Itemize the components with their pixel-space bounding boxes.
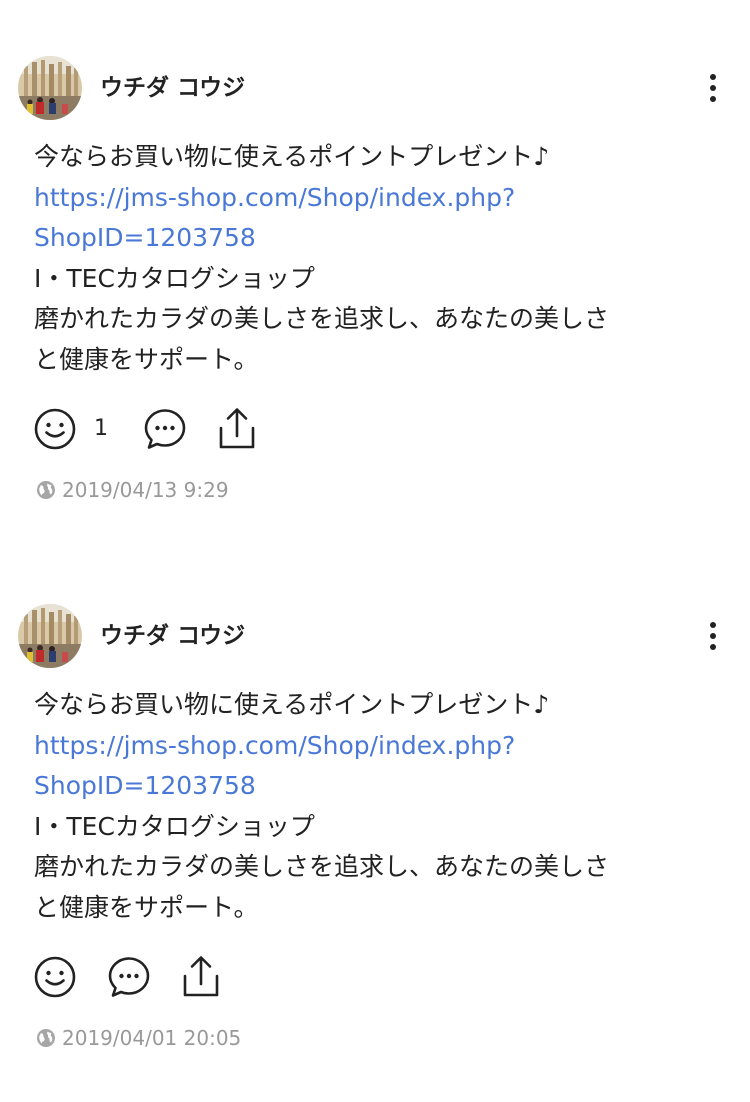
post-text-line: 今ならお買い物に使えるポイントプレゼント♪ (34, 142, 550, 171)
avatar[interactable] (18, 604, 82, 668)
timestamp-text: 2019/04/13 9:29 (62, 478, 229, 502)
more-vertical-icon[interactable] (700, 68, 728, 108)
post-link[interactable]: https://jms-shop.com/Shop/index.php? (34, 726, 724, 767)
share-icon[interactable] (214, 406, 260, 452)
share-icon[interactable] (178, 954, 224, 1000)
post-text-line: と健康をサポート。 (34, 892, 259, 922)
more-vertical-icon[interactable] (700, 616, 728, 656)
post-text-line: I・TECカタログショップ (34, 263, 315, 293)
post-link[interactable]: https://jms-shop.com/Shop/index.php? (34, 178, 724, 219)
smiley-icon[interactable] (32, 954, 78, 1000)
post-link[interactable]: ShopID=1203758 (34, 218, 724, 259)
globe-icon (36, 1027, 56, 1055)
post-timestamp: 2019/04/01 20:05 (36, 1024, 241, 1052)
post-body: 今ならお買い物に使えるポイントプレゼント♪ https://jms-shop.c… (34, 685, 724, 928)
post-body: 今ならお買い物に使えるポイントプレゼント♪ https://jms-shop.c… (34, 137, 724, 380)
post-text-line: 今ならお買い物に使えるポイントプレゼント♪ (34, 690, 550, 719)
globe-icon (36, 479, 56, 507)
post-text-line: と健康をサポート。 (34, 344, 259, 374)
author-name[interactable]: ウチダ コウジ (100, 72, 245, 104)
post-link[interactable]: ShopID=1203758 (34, 766, 724, 807)
reaction-count: 1 (94, 416, 108, 441)
smiley-icon[interactable] (32, 406, 78, 452)
avatar[interactable] (18, 56, 82, 120)
author-name[interactable]: ウチダ コウジ (100, 620, 245, 652)
post-timestamp: 2019/04/13 9:29 (36, 476, 229, 504)
post-text-line: 磨かれたカラダの美しさを追求し、あなたの美しさ (34, 304, 610, 333)
comment-bubble-icon[interactable] (142, 406, 188, 452)
post-text-line: I・TECカタログショップ (34, 811, 315, 841)
timestamp-text: 2019/04/01 20:05 (62, 1026, 242, 1050)
comment-bubble-icon[interactable] (106, 954, 152, 1000)
post-text-line: 磨かれたカラダの美しさを追求し、あなたの美しさ (34, 852, 610, 881)
